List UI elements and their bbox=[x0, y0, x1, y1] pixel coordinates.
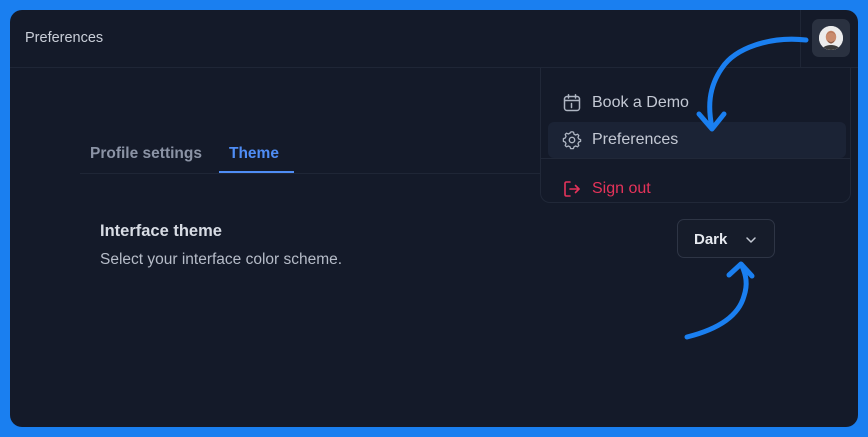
menu-item-label: Sign out bbox=[592, 180, 651, 197]
tab-theme[interactable]: Theme bbox=[229, 145, 279, 163]
user-menu-dropdown: Book a Demo Preferences Sign out bbox=[540, 68, 851, 203]
theme-select[interactable]: Dark bbox=[677, 219, 775, 258]
sign-out-icon bbox=[564, 181, 580, 197]
tab-profile-settings[interactable]: Profile settings bbox=[90, 145, 202, 163]
menu-item-label: Preferences bbox=[592, 131, 679, 148]
menu-item-book-a-demo[interactable]: Book a Demo bbox=[548, 85, 846, 121]
top-bar: Preferences bbox=[10, 10, 858, 68]
calendar-icon bbox=[563, 94, 581, 112]
user-avatar-icon bbox=[819, 26, 843, 50]
setting-title: Interface theme bbox=[100, 222, 222, 240]
chevron-down-icon bbox=[746, 237, 756, 243]
avatar bbox=[819, 26, 843, 50]
menu-item-label: Book a Demo bbox=[592, 94, 689, 111]
tab-bar: Profile settings Theme bbox=[80, 130, 550, 174]
menu-item-preferences[interactable]: Preferences bbox=[548, 122, 846, 158]
menu-item-sign-out[interactable]: Sign out bbox=[548, 171, 846, 207]
divider bbox=[800, 10, 801, 68]
theme-select-value: Dark bbox=[694, 231, 728, 248]
app-window: Preferences Profile settings Theme Inter… bbox=[10, 10, 858, 427]
page-title: Preferences bbox=[25, 30, 104, 46]
setting-description: Select your interface color scheme. bbox=[100, 251, 343, 268]
avatar-button[interactable] bbox=[812, 19, 850, 57]
active-tab-indicator bbox=[219, 171, 294, 173]
menu-divider bbox=[541, 158, 850, 159]
gear-icon bbox=[562, 131, 582, 150]
